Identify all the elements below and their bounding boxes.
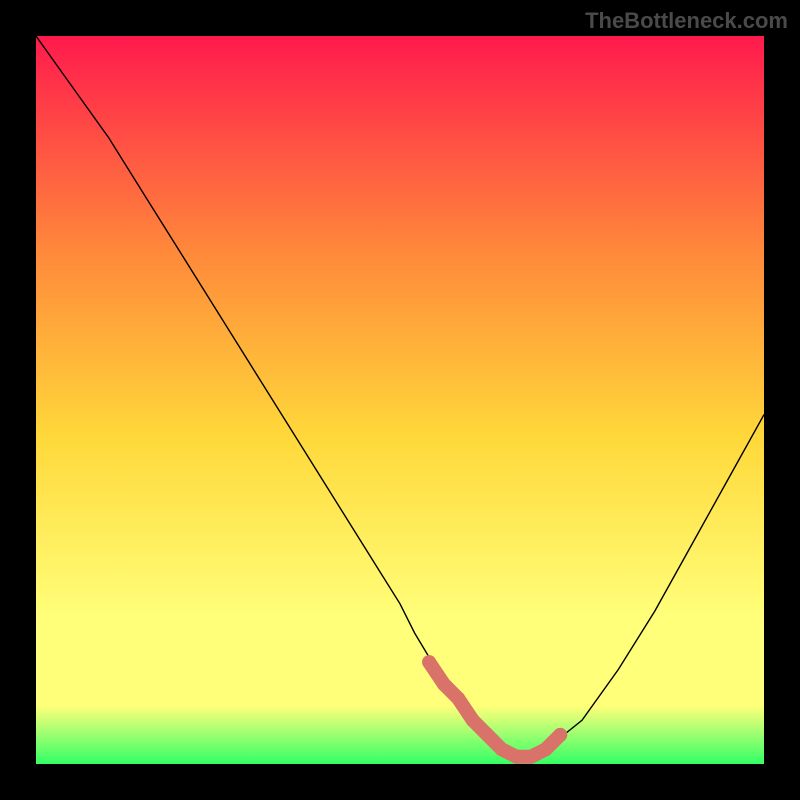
highlight-marker (451, 692, 465, 706)
highlight-marker (422, 655, 436, 669)
highlight-marker (553, 728, 567, 742)
chart-container (36, 36, 764, 764)
highlight-marker (524, 750, 538, 764)
highlight-marker (539, 742, 553, 756)
highlight-marker (510, 750, 524, 764)
highlight-marker (495, 742, 509, 756)
highlight-marker (437, 677, 451, 691)
highlight-marker (466, 713, 480, 727)
chart-svg (36, 36, 764, 764)
gradient-background (36, 36, 764, 764)
highlight-marker (480, 728, 494, 742)
watermark-text: TheBottleneck.com (585, 8, 788, 34)
